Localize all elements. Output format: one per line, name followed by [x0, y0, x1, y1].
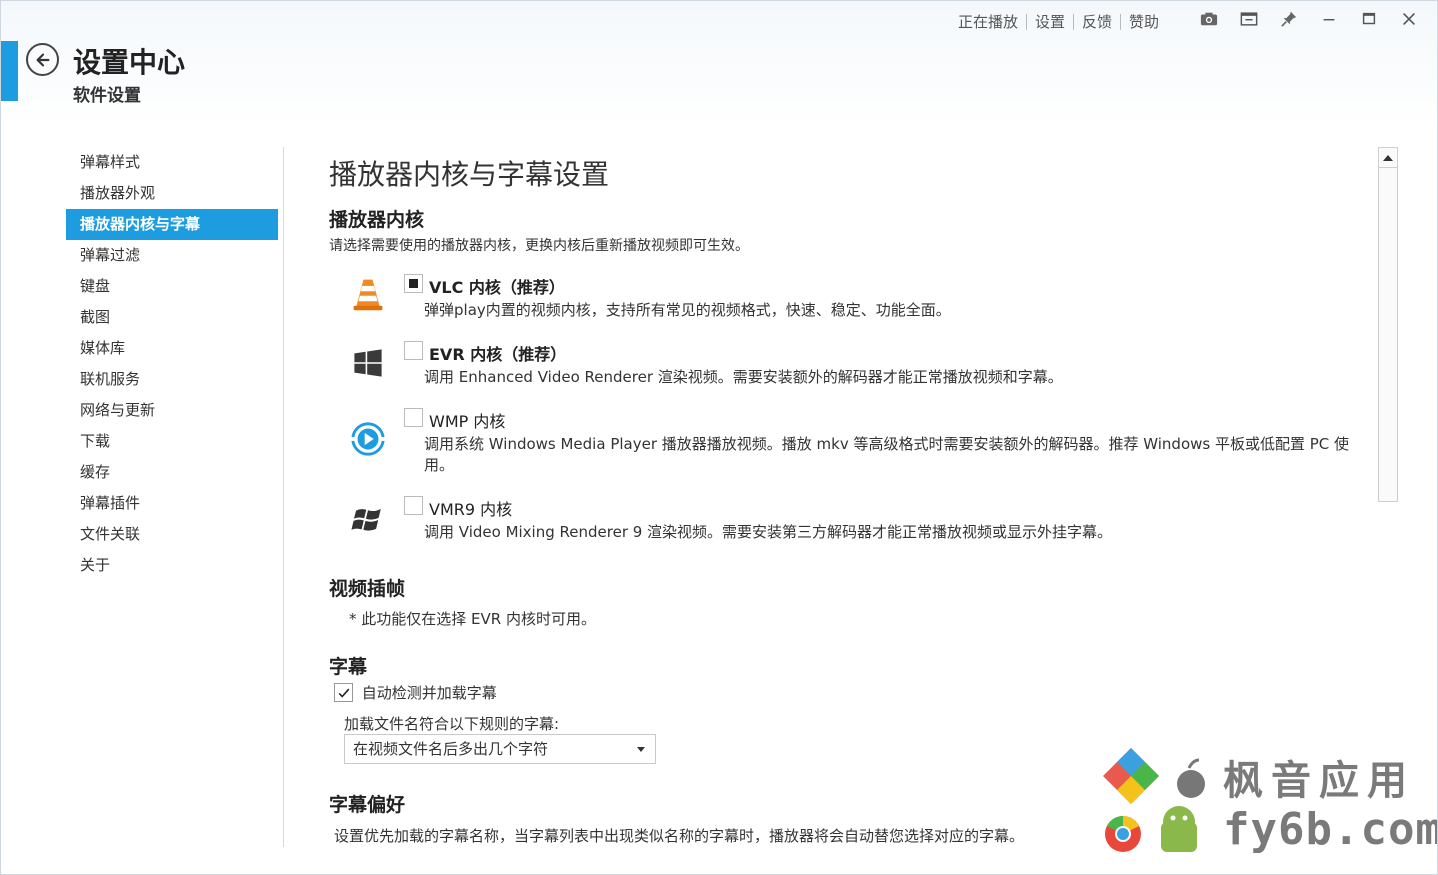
auto-load-checkbox[interactable]: [334, 683, 353, 702]
sidebar-item-online-services[interactable]: 联机服务: [66, 364, 278, 395]
evr-desc: 调用 Enhanced Video Renderer 渲染视频。需要安装额外的解…: [424, 368, 1063, 386]
link-settings[interactable]: 设置: [1027, 11, 1073, 32]
scroll-up-button[interactable]: [1379, 148, 1397, 168]
engine-option-wmp: WMP 内核 调用系统 Windows Media Player 播放器播放视频…: [329, 403, 1369, 483]
minimize-button[interactable]: [1309, 7, 1349, 31]
wmp-name: WMP 内核: [429, 412, 506, 431]
wmp-icon: [349, 420, 387, 458]
engine-section-title: 播放器内核: [329, 209, 425, 231]
pin-icon: [1281, 11, 1297, 27]
watermark-line2: fy6b.com: [1223, 804, 1438, 855]
sidebar-item-player-appearance[interactable]: 播放器外观: [66, 178, 278, 209]
sidebar-item-media-library[interactable]: 媒体库: [66, 333, 278, 364]
sidebar-item-danmaku-filter[interactable]: 弹幕过滤: [66, 240, 278, 271]
miniplayer-icon: [1240, 12, 1258, 26]
miniplayer-button[interactable]: [1229, 7, 1269, 31]
camera-icon: [1200, 12, 1218, 26]
windows-icon: [349, 344, 387, 382]
wmp-desc: 调用系统 Windows Media Player 播放器播放视频。播放 mkv…: [424, 435, 1350, 474]
pin-button[interactable]: [1269, 7, 1309, 31]
watermark-line1: 枫音应用: [1223, 758, 1415, 804]
minimize-icon: [1323, 19, 1335, 21]
pref-section-title: 字幕偏好: [329, 794, 406, 816]
maximize-button[interactable]: [1349, 7, 1389, 31]
window-controls: [1189, 7, 1429, 31]
vmr9-radio[interactable]: [404, 496, 423, 515]
engine-option-vlc: VLC 内核（推荐） 弹弹play内置的视频内核，支持所有常见的视频格式，快速、…: [329, 269, 1369, 329]
vmr9-desc: 调用 Video Mixing Renderer 9 渲染视频。需要安装第三方解…: [424, 523, 1113, 541]
page-header-title: 设置中心: [73, 46, 186, 79]
auto-load-row: 自动检测并加载字幕: [334, 682, 497, 703]
evr-name: EVR 内核（推荐）: [429, 345, 567, 364]
watermark: 枫音应用 fy6b.com: [1101, 746, 1437, 866]
rule-select-value: 在视频文件名后多出几个字符: [353, 740, 549, 758]
sidebar-divider: [283, 147, 284, 847]
close-button[interactable]: [1389, 7, 1429, 31]
screenshot-button[interactable]: [1189, 7, 1229, 31]
sidebar-item-file-association[interactable]: 文件关联: [66, 519, 278, 550]
engine-section-desc: 请选择需要使用的播放器内核，更换内核后重新播放视频即可生效。: [329, 238, 749, 254]
scrollbar[interactable]: [1378, 147, 1398, 502]
page-title: 播放器内核与字幕设置: [329, 158, 610, 191]
link-now-playing[interactable]: 正在播放: [950, 11, 1026, 32]
sidebar-item-keyboard[interactable]: 键盘: [66, 271, 278, 302]
interp-note: * 此功能仅在选择 EVR 内核时可用。: [349, 610, 596, 628]
pref-section-desc: 设置优先加载的字幕名称，当字幕列表中出现类似名称的字幕时，播放器将会自动替您选择…: [334, 827, 1025, 845]
watermark-logo-icon: [1103, 748, 1205, 852]
wmp-radio[interactable]: [404, 408, 423, 427]
top-links: 正在播放 设置 反馈 赞助: [950, 11, 1167, 32]
vlc-name: VLC 内核（推荐）: [429, 278, 565, 297]
sidebar-item-player-core-subtitles[interactable]: 播放器内核与字幕: [66, 209, 278, 240]
back-button[interactable]: [26, 43, 59, 76]
link-donate[interactable]: 赞助: [1121, 11, 1167, 32]
sidebar-item-network-update[interactable]: 网络与更新: [66, 395, 278, 426]
checkmark-icon: [338, 688, 349, 698]
engine-option-vmr9: VMR9 内核 调用 Video Mixing Renderer 9 渲染视频。…: [329, 491, 1369, 551]
sidebar-item-screenshot[interactable]: 截图: [66, 302, 278, 333]
chevron-up-icon: [1383, 154, 1393, 161]
main-content: 播放器内核与字幕设置 播放器内核 请选择需要使用的播放器内核，更换内核后重新播放…: [329, 147, 1369, 847]
sidebar-item-download[interactable]: 下载: [66, 426, 278, 457]
sidebar-item-danmaku-style[interactable]: 弹幕样式: [66, 147, 278, 178]
chevron-down-icon: [637, 747, 645, 752]
sidebar-item-danmaku-plugins[interactable]: 弹幕插件: [66, 488, 278, 519]
subtitle-section-title: 字幕: [329, 656, 368, 678]
rule-label: 加载文件名符合以下规则的字幕:: [344, 715, 560, 733]
accent-bar: [1, 41, 18, 101]
header: 设置中心 软件设置 正在播放 设置 反馈 赞助: [1, 1, 1437, 129]
settings-window: 设置中心 软件设置 正在播放 设置 反馈 赞助 弹幕样式 播放器外观 播放器内核…: [0, 0, 1438, 875]
close-icon: [1403, 13, 1415, 25]
sidebar: 弹幕样式 播放器外观 播放器内核与字幕 弹幕过滤 键盘 截图 媒体库 联机服务 …: [66, 147, 278, 581]
vlc-desc: 弹弹play内置的视频内核，支持所有常见的视频格式，快速、稳定、功能全面。: [424, 301, 951, 319]
radio-selected-dot: [409, 279, 418, 288]
sidebar-item-about[interactable]: 关于: [66, 550, 278, 581]
vlc-icon: [349, 275, 387, 313]
sidebar-item-cache[interactable]: 缓存: [66, 457, 278, 488]
vmr9-name: VMR9 内核: [429, 500, 513, 519]
arrow-left-icon: [36, 53, 49, 66]
interp-section-title: 视频插帧: [329, 578, 406, 600]
engine-option-evr: EVR 内核（推荐） 调用 Enhanced Video Renderer 渲染…: [329, 336, 1369, 396]
page-header-subtitle: 软件设置: [73, 86, 141, 106]
windows-flag-icon: [349, 501, 387, 539]
link-feedback[interactable]: 反馈: [1074, 11, 1120, 32]
maximize-icon: [1362, 12, 1376, 25]
vlc-radio[interactable]: [404, 274, 423, 293]
auto-load-label: 自动检测并加载字幕: [361, 684, 497, 702]
evr-radio[interactable]: [404, 341, 423, 360]
rule-select[interactable]: 在视频文件名后多出几个字符: [344, 734, 656, 764]
